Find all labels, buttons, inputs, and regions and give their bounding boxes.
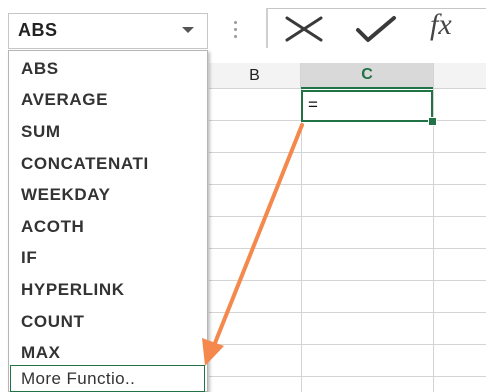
enter-checkmark-icon[interactable] — [354, 12, 402, 46]
function-dropdown-list: ABS AVERAGE SUM CONCATENATI WEEKDAY ACOT… — [8, 50, 208, 392]
function-item-count[interactable]: COUNT — [21, 312, 84, 332]
function-item-if[interactable]: IF — [21, 248, 37, 268]
more-functions-item[interactable]: More Functio.. — [10, 365, 205, 392]
column-header-c[interactable]: C — [301, 63, 433, 89]
function-item-weekday[interactable]: WEEKDAY — [21, 185, 111, 205]
cancel-x-icon[interactable] — [283, 12, 329, 46]
name-box-value: ABS — [18, 20, 58, 40]
more-options-dots-icon[interactable] — [234, 21, 238, 43]
function-item-acoth[interactable]: ACOTH — [21, 217, 84, 237]
function-item-max[interactable]: MAX — [21, 343, 61, 363]
column-header-b[interactable]: B — [209, 63, 301, 89]
function-item-average[interactable]: AVERAGE — [21, 90, 108, 110]
function-item-abs[interactable]: ABS — [21, 59, 59, 79]
function-item-concatenate[interactable]: CONCATENATI — [21, 154, 149, 174]
fill-handle[interactable] — [428, 117, 437, 126]
function-item-hyperlink[interactable]: HYPERLINK — [21, 280, 125, 300]
function-item-sum[interactable]: SUM — [21, 122, 61, 142]
cell-grid[interactable] — [209, 89, 486, 392]
insert-function-fx-icon[interactable]: fx — [430, 8, 452, 42]
active-cell-c1[interactable] — [301, 90, 433, 122]
chevron-down-icon[interactable] — [182, 27, 194, 33]
column-header-d[interactable] — [433, 63, 486, 89]
more-functions-label: More Functio.. — [21, 369, 136, 388]
active-cell-content: = — [308, 95, 318, 114]
